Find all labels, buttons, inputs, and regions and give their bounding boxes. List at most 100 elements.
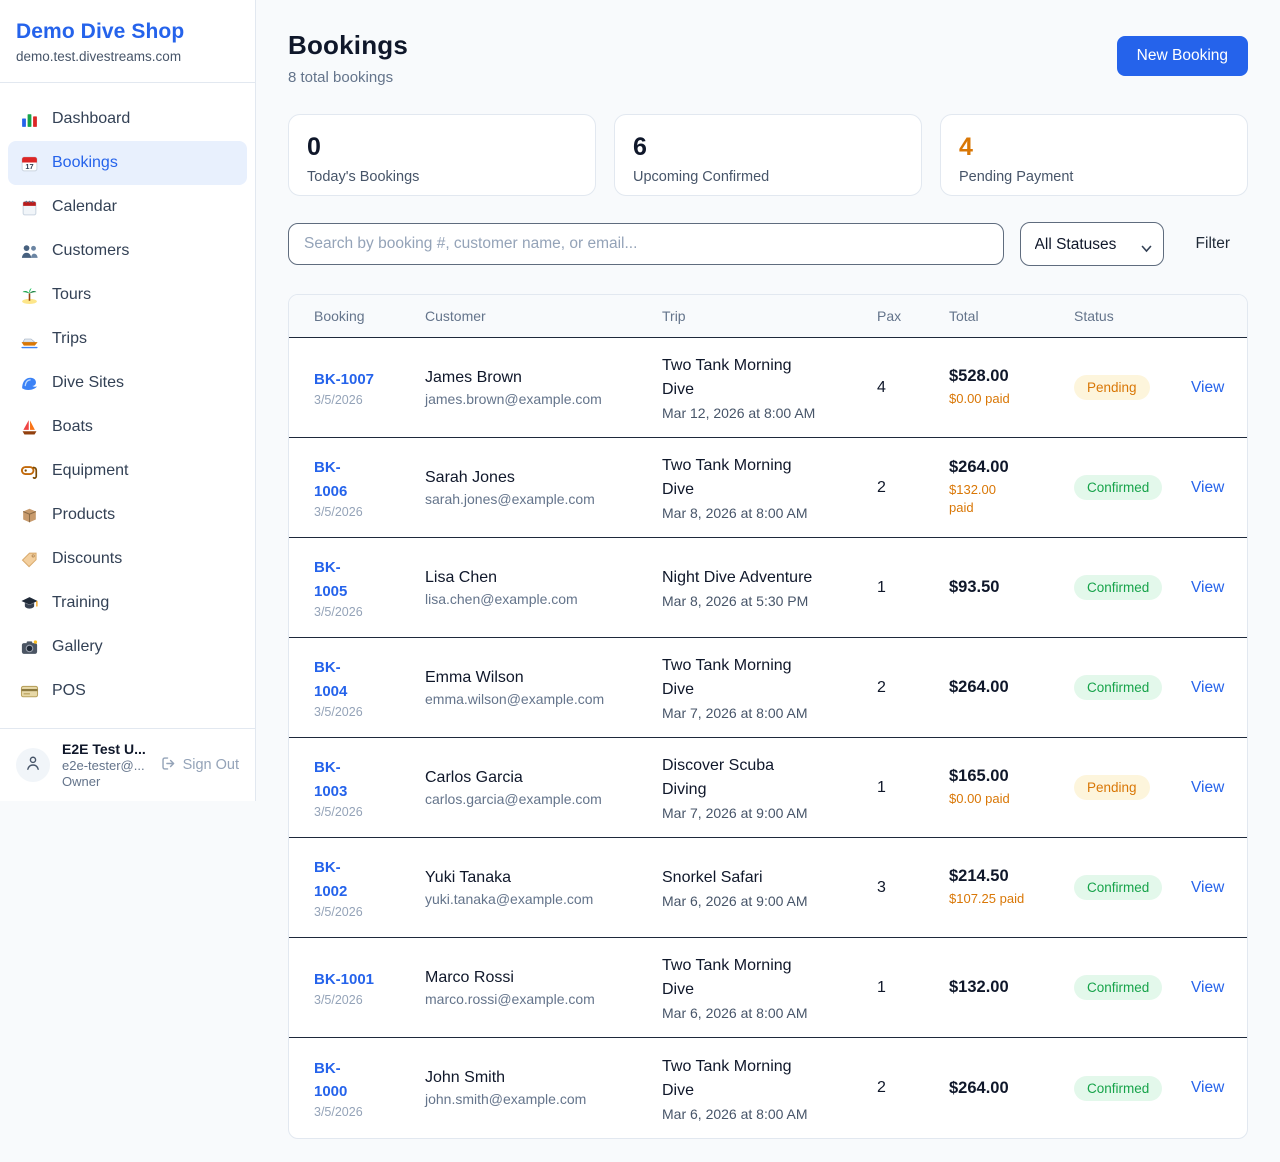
pax-count: 4 xyxy=(877,379,949,397)
sidebar-item-label: Discounts xyxy=(52,550,122,568)
total-cell: $264.00 $132.00 paid xyxy=(949,458,1074,517)
customer-name: Emma Wilson xyxy=(425,669,662,687)
sidebar-item-bookings[interactable]: 17 Bookings xyxy=(8,141,247,185)
tours-icon xyxy=(20,286,39,305)
customer-cell: Lisa Chen lisa.chen@example.com xyxy=(425,569,662,607)
new-booking-button[interactable]: New Booking xyxy=(1117,36,1248,76)
sign-out-button[interactable]: Sign Out xyxy=(160,755,239,776)
booking-number-link[interactable]: BK- 1003 xyxy=(314,756,425,803)
trip-name: Two Tank Morning Dive xyxy=(662,354,877,402)
sidebar-item-tours[interactable]: Tours xyxy=(8,273,247,317)
page-title: Bookings xyxy=(288,30,408,61)
booking-date: 3/5/2026 xyxy=(314,393,425,407)
boats-icon xyxy=(20,418,39,437)
booking-number-link[interactable]: BK- 1000 xyxy=(314,1057,425,1104)
table-row: BK- 1000 3/5/2026 John Smith john.smith@… xyxy=(289,1038,1247,1138)
status-filter-select[interactable]: All Statuses xyxy=(1020,222,1164,266)
booking-cell: BK- 1002 3/5/2026 xyxy=(314,856,425,919)
training-icon xyxy=(20,594,39,613)
table-row: BK- 1006 3/5/2026 Sarah Jones sarah.jone… xyxy=(289,438,1247,538)
user-box: E2E Test U... e2e-tester@... Owner Sign … xyxy=(0,728,255,801)
amount-paid: $0.00 paid xyxy=(949,790,1074,808)
sidebar-item-equipment[interactable]: Equipment xyxy=(8,449,247,493)
pax-count: 1 xyxy=(877,979,949,997)
pax-count: 2 xyxy=(877,479,949,497)
sidebar-item-label: Customers xyxy=(52,242,129,260)
sidebar-item-discounts[interactable]: Discounts xyxy=(8,537,247,581)
view-link[interactable]: View xyxy=(1191,1079,1224,1096)
booking-cell: BK- 1000 3/5/2026 xyxy=(314,1057,425,1120)
search-input[interactable] xyxy=(288,223,1004,265)
customer-cell: James Brown james.brown@example.com xyxy=(425,369,662,407)
customer-email: john.smith@example.com xyxy=(425,1091,662,1107)
view-link[interactable]: View xyxy=(1191,479,1224,496)
view-link[interactable]: View xyxy=(1191,579,1224,596)
booking-cell: BK- 1006 3/5/2026 xyxy=(314,456,425,519)
status-cell: Confirmed xyxy=(1074,1076,1191,1101)
total-amount: $132.00 xyxy=(949,978,1074,997)
sidebar-item-label: Calendar xyxy=(52,198,117,216)
customer-cell: Emma Wilson emma.wilson@example.com xyxy=(425,669,662,707)
customer-email: emma.wilson@example.com xyxy=(425,691,662,707)
trip-datetime: Mar 12, 2026 at 8:00 AM xyxy=(662,405,877,421)
sidebar-item-customers[interactable]: Customers xyxy=(8,229,247,273)
customer-name: Yuki Tanaka xyxy=(425,869,662,887)
customer-cell: Sarah Jones sarah.jones@example.com xyxy=(425,469,662,507)
sidebar-item-gallery[interactable]: Gallery xyxy=(8,625,247,669)
booking-number-link[interactable]: BK- 1004 xyxy=(314,656,425,703)
bookings-table: Booking Customer Trip Pax Total Status B… xyxy=(288,294,1248,1139)
pax-count: 1 xyxy=(877,779,949,797)
status-cell: Pending xyxy=(1074,775,1191,800)
trip-datetime: Mar 6, 2026 at 8:00 AM xyxy=(662,1005,877,1021)
customer-name: Marco Rossi xyxy=(425,969,662,987)
column-header-trip: Trip xyxy=(662,308,877,324)
actions-cell: View xyxy=(1191,879,1224,897)
view-link[interactable]: View xyxy=(1191,379,1224,396)
sidebar-item-training[interactable]: Training xyxy=(8,581,247,625)
total-cell: $165.00 $0.00 paid xyxy=(949,767,1074,808)
sidebar-item-trips[interactable]: Trips xyxy=(8,317,247,361)
table-row: BK- 1004 3/5/2026 Emma Wilson emma.wilso… xyxy=(289,638,1247,738)
total-cell: $132.00 xyxy=(949,978,1074,997)
brand-block: Demo Dive Shop demo.test.divestreams.com xyxy=(0,0,255,83)
sidebar-item-dashboard[interactable]: Dashboard xyxy=(8,97,247,141)
sidebar-item-label: Equipment xyxy=(52,462,129,480)
booking-number-link[interactable]: BK- 1006 xyxy=(314,456,425,503)
sidebar-item-boats[interactable]: Boats xyxy=(8,405,247,449)
stat-card-pending-payment: 4 Pending Payment xyxy=(940,114,1248,196)
sidebar-item-dive-sites[interactable]: Dive Sites xyxy=(8,361,247,405)
sidebar-item-label: Gallery xyxy=(52,638,103,656)
table-row: BK- 1002 3/5/2026 Yuki Tanaka yuki.tanak… xyxy=(289,838,1247,938)
status-cell: Confirmed xyxy=(1074,575,1191,600)
sidebar-item-products[interactable]: Products xyxy=(8,493,247,537)
person-icon xyxy=(23,753,43,778)
customer-name: John Smith xyxy=(425,1069,662,1087)
calendar-icon xyxy=(20,198,39,217)
booking-number-link[interactable]: BK- 1005 xyxy=(314,556,425,603)
shop-name[interactable]: Demo Dive Shop xyxy=(16,20,239,44)
actions-cell: View xyxy=(1191,679,1224,697)
view-link[interactable]: View xyxy=(1191,979,1224,996)
sidebar-item-calendar[interactable]: Calendar xyxy=(8,185,247,229)
status-cell: Confirmed xyxy=(1074,875,1191,900)
trip-cell: Two Tank Morning Dive Mar 7, 2026 at 8:0… xyxy=(662,654,877,721)
view-link[interactable]: View xyxy=(1191,779,1224,796)
view-link[interactable]: View xyxy=(1191,679,1224,696)
booking-number-link[interactable]: BK- 1002 xyxy=(314,856,425,903)
sidebar-item-pos[interactable]: POS xyxy=(8,669,247,713)
column-header-booking: Booking xyxy=(314,308,425,324)
user-meta: E2E Test U... e2e-tester@... Owner xyxy=(62,741,148,789)
trip-cell: Two Tank Morning Dive Mar 8, 2026 at 8:0… xyxy=(662,454,877,521)
main-content: Bookings 8 total bookings New Booking 0 … xyxy=(256,0,1280,1139)
total-amount: $528.00 xyxy=(949,367,1074,386)
customer-email: yuki.tanaka@example.com xyxy=(425,891,662,907)
booking-number-link[interactable]: BK-1007 xyxy=(314,368,425,391)
table-body: BK-1007 3/5/2026 James Brown james.brown… xyxy=(289,338,1247,1138)
trip-name: Snorkel Safari xyxy=(662,866,877,890)
total-cell: $528.00 $0.00 paid xyxy=(949,367,1074,408)
view-link[interactable]: View xyxy=(1191,879,1224,896)
filter-button[interactable]: Filter xyxy=(1196,235,1230,253)
booking-number-link[interactable]: BK-1001 xyxy=(314,968,425,991)
table-row: BK- 1005 3/5/2026 Lisa Chen lisa.chen@ex… xyxy=(289,538,1247,638)
status-filter: All Statuses xyxy=(1020,222,1164,266)
